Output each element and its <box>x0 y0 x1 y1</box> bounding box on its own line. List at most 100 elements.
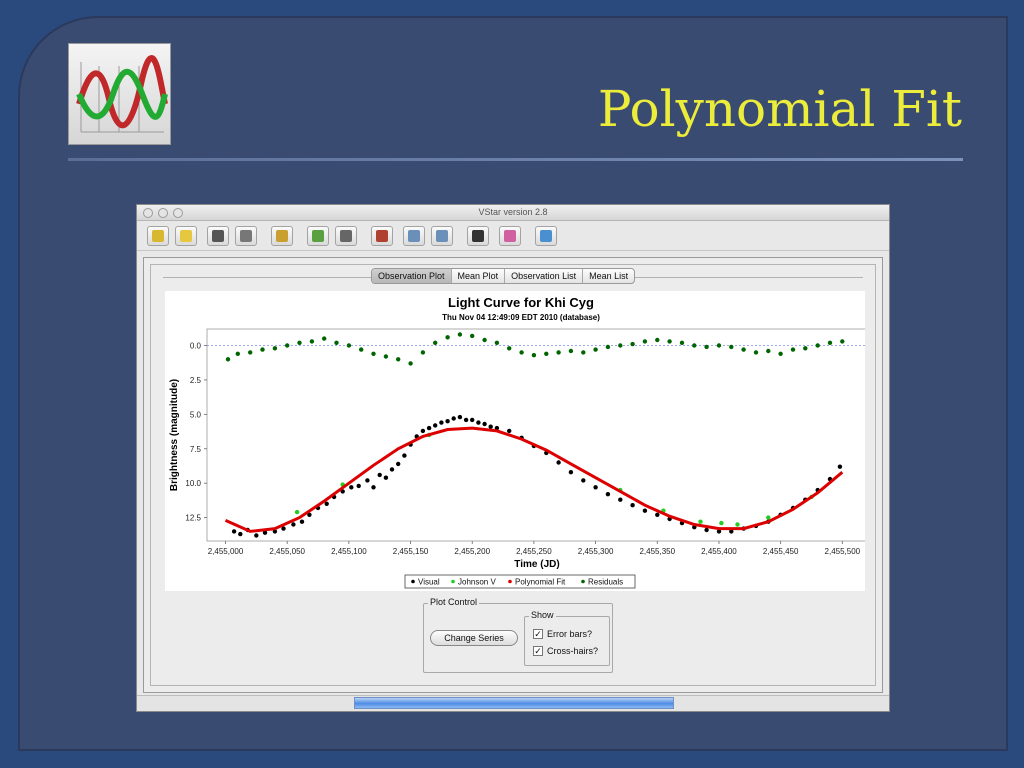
y-tick-label: 2.5 <box>190 376 202 385</box>
x-tick-label: 2,455,350 <box>639 547 675 556</box>
visual-point <box>254 533 259 538</box>
residuals-point <box>556 350 561 355</box>
visual-point <box>642 508 648 513</box>
new-star-button[interactable] <box>147 226 169 246</box>
cross-hairs-label: Cross-hairs? <box>547 646 599 656</box>
info-button[interactable] <box>271 226 293 246</box>
visual-point <box>630 503 635 508</box>
visual-point <box>556 460 561 465</box>
legend-label: Residuals <box>588 578 623 587</box>
visual-point <box>402 453 407 458</box>
residuals-point <box>470 333 475 339</box>
tab-mean-plot[interactable]: Mean Plot <box>452 269 506 283</box>
visual-point <box>476 420 481 425</box>
visual-point <box>655 512 660 517</box>
residuals-point <box>420 350 426 355</box>
residuals-point <box>766 348 771 354</box>
visual-point <box>445 419 450 424</box>
johnson-v-point <box>719 520 724 526</box>
view-tabs: Observation Plot Mean Plot Observation L… <box>371 268 636 284</box>
x-tick-label: 2,455,100 <box>331 547 367 556</box>
light-curve-chart[interactable]: Light Curve for Khi Cyg Thu Nov 04 12:49… <box>165 291 868 591</box>
residuals-point <box>482 337 487 343</box>
residuals-point <box>309 339 315 344</box>
residuals-point <box>655 337 660 343</box>
y-tick-label: 10.0 <box>185 479 201 488</box>
tab-observation-list[interactable]: Observation List <box>505 269 584 283</box>
change-series-button[interactable]: Change Series <box>430 630 518 646</box>
legend-label: Visual <box>418 578 440 587</box>
progress-bar <box>354 697 674 709</box>
status-bar <box>137 695 889 711</box>
cross-hairs-option[interactable]: ✓ Cross-hairs? <box>533 646 598 656</box>
residuals-point <box>753 350 759 355</box>
plugin-icon <box>504 230 516 242</box>
error-bars-checkbox[interactable]: ✓ <box>533 629 543 639</box>
cross-hairs-checkbox[interactable]: ✓ <box>533 646 543 656</box>
residuals-point <box>322 336 327 341</box>
residuals-point <box>346 343 352 348</box>
residuals-point <box>383 354 389 359</box>
zoom-in-button[interactable] <box>403 226 425 246</box>
legend-marker <box>508 579 512 584</box>
visual-point <box>349 485 354 490</box>
x-tick-label: 2,455,450 <box>763 547 799 556</box>
chart-subtitle: Thu Nov 04 12:49:09 EDT 2010 (database) <box>442 313 600 322</box>
residuals-point <box>445 335 450 340</box>
progress-fill <box>355 698 673 708</box>
visual-point <box>231 529 237 534</box>
visual-point <box>507 428 512 434</box>
tab-observation-plot[interactable]: Observation Plot <box>372 269 452 283</box>
visual-point <box>837 464 843 469</box>
visual-point <box>463 417 469 423</box>
error-bars-label: Error bars? <box>547 629 593 639</box>
visual-point <box>439 420 444 425</box>
open-folder-button[interactable] <box>175 226 197 246</box>
x-tick-label: 2,455,500 <box>825 547 861 556</box>
residuals-point <box>544 351 549 356</box>
plot-control-legend: Plot Control <box>428 597 480 607</box>
raw-data-button[interactable] <box>307 226 329 246</box>
visual-point <box>451 416 456 421</box>
residuals-point <box>531 353 537 358</box>
help-icon <box>540 230 552 242</box>
save-button[interactable] <box>207 226 229 246</box>
y-tick-label: 12.5 <box>185 514 201 523</box>
visual-point <box>593 485 598 490</box>
model-button[interactable] <box>371 226 393 246</box>
residuals-point <box>790 347 796 352</box>
light-curve-plot[interactable]: Light Curve for Khi Cyg Thu Nov 04 12:49… <box>165 291 868 591</box>
visual-point <box>420 428 426 434</box>
visual-point <box>433 423 438 428</box>
help-button[interactable] <box>535 226 557 246</box>
residuals-point <box>248 350 253 355</box>
residuals-point <box>272 346 278 351</box>
x-axis-label: Time (JD) <box>514 559 559 570</box>
y-axis-label: Brightness (magnitude) <box>169 379 180 491</box>
phase-plot-icon <box>340 230 352 242</box>
plot-frame <box>206 328 868 542</box>
print-button[interactable] <box>235 226 257 246</box>
x-tick-label: 2,455,200 <box>454 547 490 556</box>
residuals-point <box>642 339 648 344</box>
visual-point <box>482 421 487 427</box>
zoom-out-button[interactable] <box>431 226 453 246</box>
residuals-point <box>630 341 635 347</box>
visual-point <box>581 478 586 483</box>
visual-point <box>426 425 432 431</box>
filter-button[interactable] <box>467 226 489 246</box>
tab-mean-list[interactable]: Mean List <box>583 269 634 283</box>
model-icon <box>376 230 388 242</box>
residuals-point <box>408 361 413 366</box>
plugin-button[interactable] <box>499 226 521 246</box>
residuals-point <box>581 350 586 355</box>
visual-point <box>605 492 611 497</box>
residuals-point <box>371 351 376 356</box>
visual-point <box>568 470 574 475</box>
visual-point <box>299 519 305 524</box>
info-icon <box>276 230 288 242</box>
visual-point <box>291 522 296 527</box>
error-bars-option[interactable]: ✓ Error bars? <box>533 629 592 639</box>
raw-data-icon <box>312 230 324 242</box>
phase-plot-button[interactable] <box>335 226 357 246</box>
